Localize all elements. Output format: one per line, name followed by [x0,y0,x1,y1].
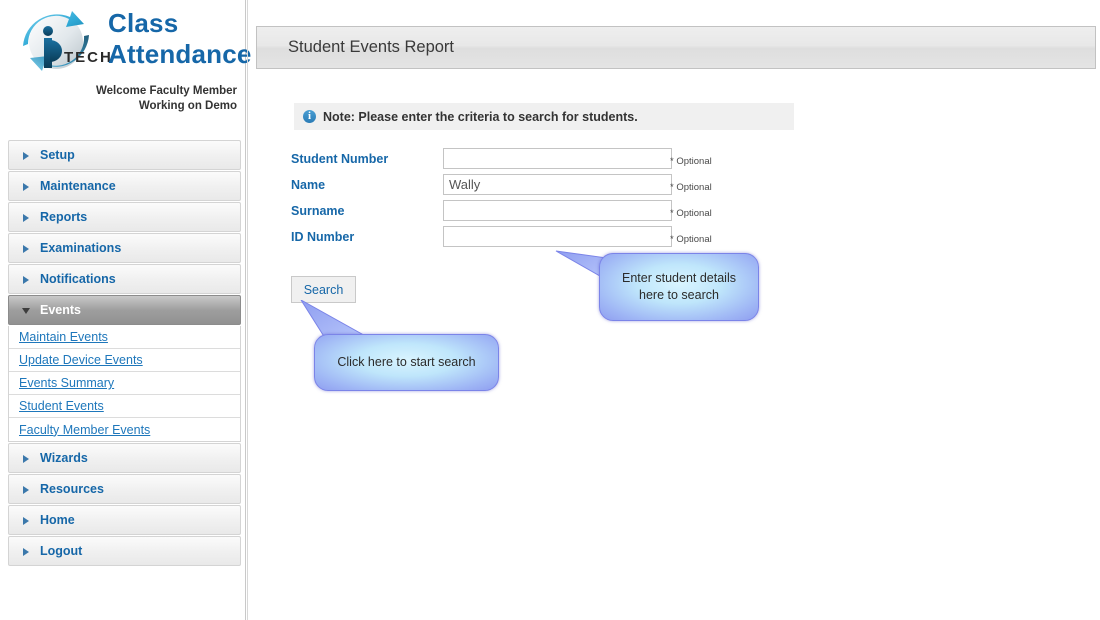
surname-input[interactable] [443,200,672,221]
sidebar-item-label: Wizards [40,451,88,465]
id-number-input[interactable] [443,226,672,247]
chevron-right-icon [23,516,32,525]
page-title: Student Events Report [288,38,455,56]
sidebar-item-setup[interactable]: Setup [8,140,241,170]
page-header-bar: Student Events Report [256,26,1096,69]
sidebar-item-notifications[interactable]: Notifications [8,264,241,294]
app-title-line2: Attendance [108,39,252,69]
welcome-user: Welcome Faculty Member [95,85,237,97]
form-row-surname: Surname * Optional [291,200,712,226]
sidebar-item-label: Maintenance [40,179,116,193]
events-submenu: Maintain Events Update Device Events Eve… [8,326,241,442]
student-number-optional-hint: * Optional [670,156,712,167]
brand-header: TECH Class Attendance [0,0,251,78]
sidebar-subitem-student-events[interactable]: Student Events [9,395,240,418]
id-number-label: ID Number [291,230,355,244]
chevron-right-icon [23,213,32,222]
name-label: Name [291,178,326,192]
sidebar-item-label: Examinations [40,241,122,255]
sidebar-subitem-label[interactable]: Faculty Member Events [19,423,150,437]
ptech-logo-icon: TECH [14,6,111,78]
main-navigation: Setup Maintenance Reports Examinations N… [8,140,241,567]
chevron-right-icon [23,244,32,253]
sidebar-item-logout[interactable]: Logout [8,536,241,566]
student-number-label: Student Number [291,152,389,166]
callout-details-line1: Enter student details [622,271,736,285]
callout-details-line2: here to search [639,288,719,302]
form-row-id-number: ID Number * Optional [291,226,712,252]
sidebar-subitem-label[interactable]: Events Summary [19,376,114,390]
callout-search-hint: Click here to start search [314,334,499,391]
callout-details-hint: Enter student details here to search [599,253,759,321]
sidebar-subitem-faculty-member-events[interactable]: Faculty Member Events [9,418,240,441]
id-number-optional-hint: * Optional [670,234,712,245]
welcome-message: Welcome Faculty Member Working on Demo [5,84,237,114]
sidebar-subitem-label[interactable]: Maintain Events [19,330,108,344]
note-banner: Note: Please enter the criteria to searc… [294,103,794,130]
sidebar: TECH Class Attendance Welcome Faculty Me… [0,0,251,620]
sidebar-item-label: Logout [40,544,83,558]
student-number-input[interactable] [443,148,672,169]
form-row-student-number: Student Number * Optional [291,148,712,174]
sidebar-item-label: Notifications [40,272,116,286]
sidebar-subitem-update-device-events[interactable]: Update Device Events [9,349,240,372]
logo-wordmark: TECH [64,49,110,66]
app-title-line1: Class [108,8,179,38]
note-text: Note: Please enter the criteria to searc… [323,109,638,124]
sidebar-item-wizards[interactable]: Wizards [8,443,241,473]
chevron-right-icon [23,547,32,556]
sidebar-item-events[interactable]: Events [8,295,241,325]
app-window: TECH Class Attendance Welcome Faculty Me… [0,0,1100,620]
app-title: Class Attendance [108,8,252,70]
chevron-right-icon [23,182,32,191]
chevron-right-icon [23,151,32,160]
sidebar-item-examinations[interactable]: Examinations [8,233,241,263]
sidebar-item-label: Home [40,513,75,527]
welcome-context: Working on Demo [138,100,237,112]
chevron-right-icon [23,454,32,463]
sidebar-item-resources[interactable]: Resources [8,474,241,504]
student-search-form: Student Number * Optional Name * Optiona… [291,148,712,252]
surname-optional-hint: * Optional [670,208,712,219]
sidebar-item-label: Setup [40,148,75,162]
name-optional-hint: * Optional [670,182,712,193]
name-input[interactable] [443,174,672,195]
sidebar-subitem-events-summary[interactable]: Events Summary [9,372,240,395]
sidebar-item-maintenance[interactable]: Maintenance [8,171,241,201]
sidebar-item-label: Events [40,303,81,317]
content-divider [247,0,248,620]
chevron-right-icon [23,485,32,494]
callout-search-text: Click here to start search [337,355,476,369]
surname-label: Surname [291,204,345,218]
sidebar-item-label: Resources [40,482,104,496]
chevron-down-icon [22,306,32,315]
sidebar-subitem-maintain-events[interactable]: Maintain Events [9,326,240,349]
sidebar-item-label: Reports [40,210,88,224]
info-icon [303,109,316,123]
sidebar-item-reports[interactable]: Reports [8,202,241,232]
sidebar-subitem-label[interactable]: Update Device Events [19,353,143,367]
form-row-name: Name * Optional [291,174,712,200]
sidebar-subitem-label[interactable]: Student Events [19,399,104,413]
chevron-right-icon [23,275,32,284]
search-button[interactable]: Search [291,276,356,303]
callout-details-text: Enter student details here to search [622,270,736,304]
sidebar-item-home[interactable]: Home [8,505,241,535]
main-content: Student Events Report Note: Please enter… [247,0,1100,620]
